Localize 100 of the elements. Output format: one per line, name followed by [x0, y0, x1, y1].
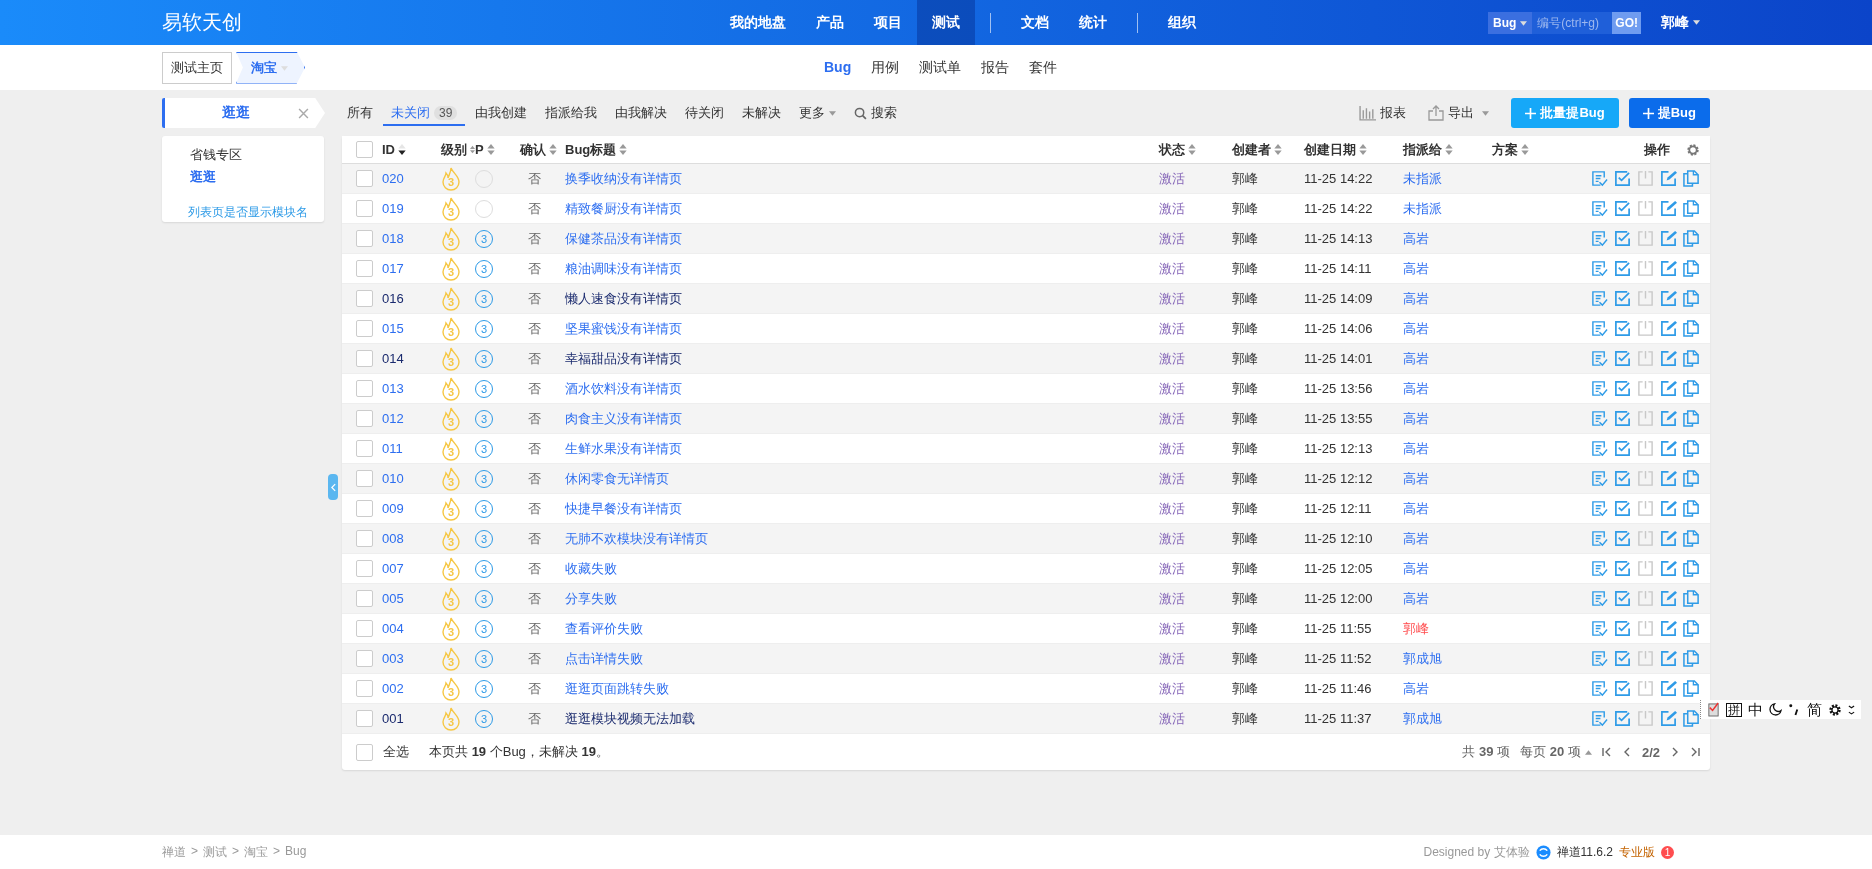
nav-link[interactable]: 产品	[801, 0, 859, 45]
column-header[interactable]: 创建者	[1232, 140, 1271, 159]
row-checkbox[interactable]	[356, 650, 373, 667]
bug-title-link[interactable]: 换季收纳没有详情页	[565, 169, 682, 188]
copy-icon[interactable]	[1683, 380, 1700, 397]
version-label[interactable]: 禅道11.6.2	[1556, 843, 1613, 861]
confirm-icon[interactable]	[1591, 440, 1608, 457]
edit-icon[interactable]	[1660, 680, 1677, 697]
row-checkbox[interactable]	[356, 470, 373, 487]
nav-link[interactable]: 组织	[1153, 0, 1211, 45]
bug-id-link[interactable]: 014	[382, 351, 441, 366]
bug-id-link[interactable]: 020	[382, 171, 441, 186]
batch-create-bug-button[interactable]: 批量提Bug	[1511, 98, 1619, 128]
module-tab[interactable]: 测试单	[911, 54, 970, 81]
edit-icon[interactable]	[1660, 290, 1677, 307]
bug-id-link[interactable]: 013	[382, 381, 441, 396]
assignee-link[interactable]: 高岩	[1403, 499, 1429, 518]
copy-icon[interactable]	[1683, 710, 1700, 727]
copy-icon[interactable]	[1683, 200, 1700, 217]
bug-title-link[interactable]: 快捷早餐没有详情页	[565, 499, 682, 518]
assignee-link[interactable]: 未指派	[1403, 199, 1442, 218]
brand-logo[interactable]: 易软天创	[162, 9, 715, 36]
assignee-link[interactable]: 高岩	[1403, 589, 1429, 608]
bug-title-link[interactable]: 收藏失败	[565, 559, 617, 578]
column-header[interactable]: 级别	[441, 140, 467, 159]
edit-icon[interactable]	[1660, 500, 1677, 517]
bug-title-link[interactable]: 保健茶品没有详情页	[565, 229, 682, 248]
bug-id-link[interactable]: 008	[382, 531, 441, 546]
nav-link[interactable]: 测试	[917, 0, 975, 45]
create-bug-button[interactable]: 提Bug	[1628, 98, 1710, 128]
row-checkbox[interactable]	[356, 410, 373, 427]
row-checkbox[interactable]	[356, 440, 373, 457]
edit-icon[interactable]	[1660, 560, 1677, 577]
edit-icon[interactable]	[1660, 620, 1677, 637]
column-header[interactable]: 指派给	[1403, 140, 1442, 159]
bug-title-link[interactable]: 分享失败	[565, 589, 617, 608]
more-dropdown[interactable]: 更多	[791, 100, 845, 126]
row-checkbox[interactable]	[356, 350, 373, 367]
module-tree-item[interactable]: 省钱专区	[190, 144, 242, 166]
assignee-link[interactable]: 高岩	[1403, 559, 1429, 578]
assignee-link[interactable]: 高岩	[1403, 679, 1429, 698]
confirm-icon[interactable]	[1591, 200, 1608, 217]
edit-icon[interactable]	[1660, 350, 1677, 367]
assignee-link[interactable]: 高岩	[1403, 229, 1429, 248]
bug-id-link[interactable]: 017	[382, 261, 441, 276]
column-header[interactable]: Bug标题	[565, 140, 617, 159]
edit-icon[interactable]	[1660, 170, 1677, 187]
first-page-icon[interactable]	[1601, 747, 1612, 757]
assignee-link[interactable]: 高岩	[1403, 529, 1429, 548]
bug-title-link[interactable]: 逛逛页面跳转失败	[565, 679, 669, 698]
id-search-field[interactable]: 编号(ctrl+g)	[1532, 11, 1613, 34]
moon-icon[interactable]	[1769, 703, 1782, 716]
checkbox-icon[interactable]	[1614, 500, 1631, 517]
checkbox-icon[interactable]	[1614, 680, 1631, 697]
confirm-icon[interactable]	[1591, 350, 1608, 367]
row-checkbox[interactable]	[356, 560, 373, 577]
nav-link[interactable]: 文档	[1006, 0, 1064, 45]
checkbox-icon[interactable]	[1614, 200, 1631, 217]
edit-icon[interactable]	[1660, 470, 1677, 487]
confirm-icon[interactable]	[1591, 680, 1608, 697]
module-tab[interactable]: 套件	[1021, 54, 1066, 81]
bug-title-link[interactable]: 休闲零食无详情页	[565, 469, 669, 488]
assignee-link[interactable]: 郭成旭	[1403, 709, 1442, 728]
bug-title-link[interactable]: 逛逛模块视频无法加载	[565, 709, 695, 728]
next-page-icon[interactable]	[1670, 747, 1680, 757]
confirm-icon[interactable]	[1591, 560, 1608, 577]
bug-id-link[interactable]: 012	[382, 411, 441, 426]
row-checkbox[interactable]	[356, 200, 373, 217]
bug-id-link[interactable]: 001	[382, 711, 441, 726]
confirm-icon[interactable]	[1591, 590, 1608, 607]
footer-breadcrumb-link[interactable]: Bug	[285, 843, 307, 861]
sort-icon[interactable]	[398, 144, 406, 155]
filter-tab[interactable]: 所有	[339, 100, 381, 126]
checkbox-icon[interactable]	[1614, 260, 1631, 277]
assignee-link[interactable]: 高岩	[1403, 439, 1429, 458]
checkbox-icon[interactable]	[1614, 590, 1631, 607]
copy-icon[interactable]	[1683, 230, 1700, 247]
assignee-link[interactable]: 未指派	[1403, 169, 1442, 188]
row-checkbox[interactable]	[356, 260, 373, 277]
copy-icon[interactable]	[1683, 170, 1700, 187]
go-button[interactable]: GO!	[1612, 11, 1641, 34]
checkbox-icon[interactable]	[1614, 170, 1631, 187]
confirm-icon[interactable]	[1591, 470, 1608, 487]
assignee-link[interactable]: 高岩	[1403, 469, 1429, 488]
copy-icon[interactable]	[1683, 620, 1700, 637]
user-menu[interactable]: 郭峰	[1661, 13, 1700, 32]
bug-title-link[interactable]: 精致餐厨没有详情页	[565, 199, 682, 218]
copy-icon[interactable]	[1683, 320, 1700, 337]
confirm-icon[interactable]	[1591, 710, 1608, 727]
row-checkbox[interactable]	[356, 320, 373, 337]
bug-title-link[interactable]: 肉食主义没有详情页	[565, 409, 682, 428]
footer-breadcrumb-link[interactable]: 淘宝	[244, 843, 269, 861]
bug-title-link[interactable]: 点击详情失败	[565, 649, 643, 668]
breadcrumb-link[interactable]: 测试主页	[162, 51, 232, 84]
collapse-sidebar-handle[interactable]	[328, 474, 338, 500]
settings-icon[interactable]	[1828, 702, 1842, 717]
copy-icon[interactable]	[1683, 290, 1700, 307]
confirm-icon[interactable]	[1591, 620, 1608, 637]
more-icon[interactable]	[1848, 703, 1855, 716]
column-header[interactable]: 创建日期	[1304, 140, 1356, 159]
